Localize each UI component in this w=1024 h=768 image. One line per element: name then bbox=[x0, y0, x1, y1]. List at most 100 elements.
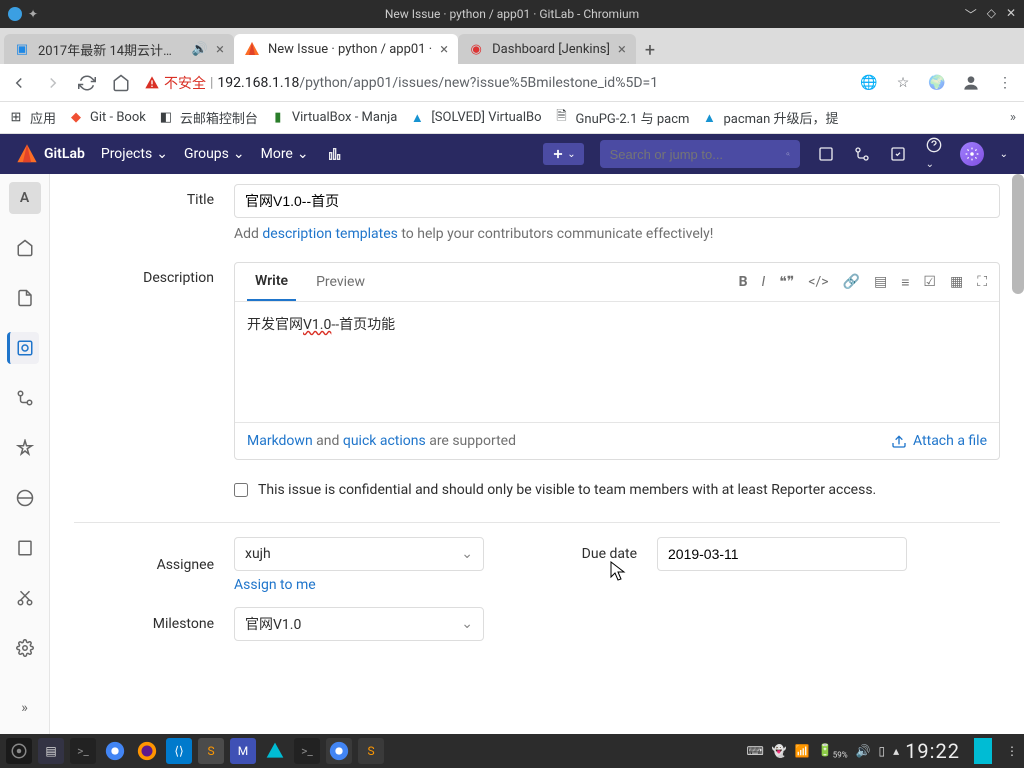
quick-actions-link[interactable]: quick actions bbox=[343, 433, 426, 449]
attach-file-button[interactable]: Attach a file bbox=[891, 433, 987, 449]
tab-close-icon[interactable]: × bbox=[440, 40, 448, 58]
bookmark-star-icon[interactable]: ☆ bbox=[892, 72, 914, 94]
markdown-link[interactable]: Markdown bbox=[247, 433, 313, 449]
sublime-icon[interactable]: S bbox=[198, 738, 224, 764]
chromium-icon[interactable] bbox=[102, 738, 128, 764]
quote-icon[interactable]: ❝❞ bbox=[779, 274, 794, 291]
back-button[interactable] bbox=[8, 72, 30, 94]
nav-projects[interactable]: Projects ⌄ bbox=[101, 146, 168, 162]
code-icon[interactable]: </> bbox=[808, 274, 828, 291]
link-icon[interactable]: 🔗 bbox=[843, 274, 860, 291]
vscode-icon[interactable]: ⟨⟩ bbox=[166, 738, 192, 764]
audio-icon[interactable]: 🔊 bbox=[192, 42, 208, 57]
sidebar-expand-icon[interactable]: » bbox=[9, 692, 41, 724]
gitlab-search[interactable] bbox=[600, 140, 800, 168]
sublime-active-icon[interactable]: S bbox=[358, 738, 384, 764]
issues-icon[interactable] bbox=[816, 146, 836, 162]
bullet-list-icon[interactable]: ▤ bbox=[874, 274, 887, 291]
description-templates-link[interactable]: description templates bbox=[262, 226, 397, 242]
translate-icon[interactable]: 🌐 bbox=[858, 72, 880, 94]
due-date-input[interactable] bbox=[657, 537, 907, 571]
taskbar-app-icon[interactable]: ▤ bbox=[38, 738, 64, 764]
sidebar-merge-icon[interactable] bbox=[9, 382, 41, 414]
terminal-icon[interactable]: >_ bbox=[294, 738, 320, 764]
browser-tab[interactable]: ◉ Dashboard [Jenkins] × bbox=[458, 34, 636, 64]
nav-more[interactable]: More ⌄ bbox=[261, 146, 309, 162]
sidebar-home-icon[interactable] bbox=[9, 232, 41, 264]
bookmark-item[interactable]: 🗎GnuPG-2.1 与 pacm bbox=[554, 108, 690, 127]
table-icon[interactable]: ▦ bbox=[950, 274, 963, 291]
profile-icon[interactable] bbox=[960, 72, 982, 94]
user-avatar[interactable] bbox=[960, 142, 984, 166]
show-desktop[interactable] bbox=[974, 738, 992, 764]
tray-icon[interactable]: 👻 bbox=[772, 744, 787, 758]
sidebar-repo-icon[interactable] bbox=[9, 282, 41, 314]
preview-tab[interactable]: Preview bbox=[308, 264, 373, 300]
help-icon[interactable]: ⌄ bbox=[924, 137, 944, 171]
confidential-checkbox[interactable] bbox=[234, 483, 248, 497]
keyboard-icon[interactable]: ⌨ bbox=[747, 744, 764, 758]
globe-icon[interactable]: 🌍 bbox=[926, 72, 948, 94]
bold-icon[interactable]: B bbox=[739, 274, 748, 291]
terminal-icon[interactable]: >_ bbox=[70, 738, 96, 764]
title-input[interactable] bbox=[234, 184, 1000, 218]
volume-icon[interactable]: 🔊 bbox=[856, 744, 871, 758]
description-textarea[interactable]: 开发官网V1.0--首页功能 bbox=[235, 302, 999, 422]
close-icon[interactable]: ✕ bbox=[1006, 6, 1016, 23]
new-dropdown[interactable]: ⌄ bbox=[543, 143, 583, 165]
app-icon[interactable]: M bbox=[230, 738, 256, 764]
sidebar-issues-icon[interactable] bbox=[7, 332, 39, 364]
tab-close-icon[interactable]: × bbox=[618, 40, 626, 58]
bookmark-item[interactable]: ▲[SOLVED] VirtualBo bbox=[409, 110, 541, 126]
number-list-icon[interactable]: ≡ bbox=[901, 274, 909, 291]
scrollbar[interactable] bbox=[1012, 174, 1024, 294]
sidebar-settings-icon[interactable] bbox=[9, 632, 41, 664]
assignee-dropdown[interactable]: xujh⌄ bbox=[234, 537, 484, 571]
sidebar-wiki-icon[interactable] bbox=[9, 532, 41, 564]
merge-requests-icon[interactable] bbox=[852, 146, 872, 162]
bookmark-item[interactable]: ◆Git - Book bbox=[68, 110, 146, 126]
fullscreen-icon[interactable]: ⛶ bbox=[977, 274, 987, 291]
address-bar[interactable]: 不安全 | 192.168.1.18/python/app01/issues/n… bbox=[144, 73, 846, 93]
minimize-icon[interactable]: ﹀ bbox=[965, 6, 977, 23]
tab-close-icon[interactable]: × bbox=[216, 40, 224, 58]
write-tab[interactable]: Write bbox=[247, 263, 296, 301]
tray-menu-icon[interactable]: ⋮ bbox=[1006, 744, 1018, 758]
maximize-icon[interactable]: ◇ bbox=[987, 6, 996, 23]
activity-icon[interactable] bbox=[325, 146, 345, 162]
home-button[interactable] bbox=[110, 72, 132, 94]
search-input[interactable] bbox=[610, 147, 786, 162]
start-menu-icon[interactable] bbox=[6, 738, 32, 764]
system-tray[interactable]: ⌨ 👻 📶 🔋59% 🔊 ▯ ▴ bbox=[747, 743, 900, 759]
task-list-icon[interactable]: ☑ bbox=[923, 274, 936, 291]
pin-icon[interactable]: ✦ bbox=[28, 7, 38, 21]
bookmark-item[interactable]: ◧云邮箱控制台 bbox=[158, 108, 258, 127]
sidebar-ops-icon[interactable] bbox=[9, 482, 41, 514]
browser-tab[interactable]: New Issue · python / app01 · × bbox=[234, 34, 458, 64]
bookmark-item[interactable]: ▲pacman 升级后，提 bbox=[701, 108, 838, 127]
project-avatar[interactable]: A bbox=[9, 182, 41, 214]
nav-groups[interactable]: Groups ⌄ bbox=[184, 146, 245, 162]
gitlab-logo[interactable]: GitLab bbox=[16, 143, 85, 165]
reload-button[interactable] bbox=[76, 72, 98, 94]
sidebar-snippets-icon[interactable] bbox=[9, 582, 41, 614]
todos-icon[interactable] bbox=[888, 146, 908, 162]
bookmark-item[interactable]: ▮VirtualBox - Manja bbox=[270, 110, 397, 126]
battery-icon[interactable]: 🔋59% bbox=[818, 743, 848, 759]
new-tab-button[interactable]: + bbox=[636, 36, 664, 64]
tray-icon[interactable]: ▯ bbox=[879, 744, 886, 758]
clock[interactable]: 19:22 bbox=[905, 739, 960, 763]
italic-icon[interactable]: I bbox=[762, 274, 766, 291]
browser-tab[interactable]: ▣ 2017年最新 14期云计算与 🔊 × bbox=[4, 34, 234, 64]
sidebar-ci-icon[interactable] bbox=[9, 432, 41, 464]
forward-button[interactable] bbox=[42, 72, 64, 94]
wifi-icon[interactable]: 📶 bbox=[795, 744, 810, 758]
chevron-down-icon[interactable]: ⌄ bbox=[1000, 149, 1008, 160]
milestone-dropdown[interactable]: 官网V1.0⌄ bbox=[234, 607, 484, 641]
bookmark-overflow-icon[interactable]: » bbox=[1010, 110, 1016, 125]
assign-to-me-link[interactable]: Assign to me bbox=[234, 577, 316, 593]
chromium-active-icon[interactable] bbox=[326, 738, 352, 764]
menu-icon[interactable]: ⋮ bbox=[994, 72, 1016, 94]
apps-button[interactable]: ⊞应用 bbox=[8, 108, 56, 127]
app-icon[interactable] bbox=[262, 738, 288, 764]
